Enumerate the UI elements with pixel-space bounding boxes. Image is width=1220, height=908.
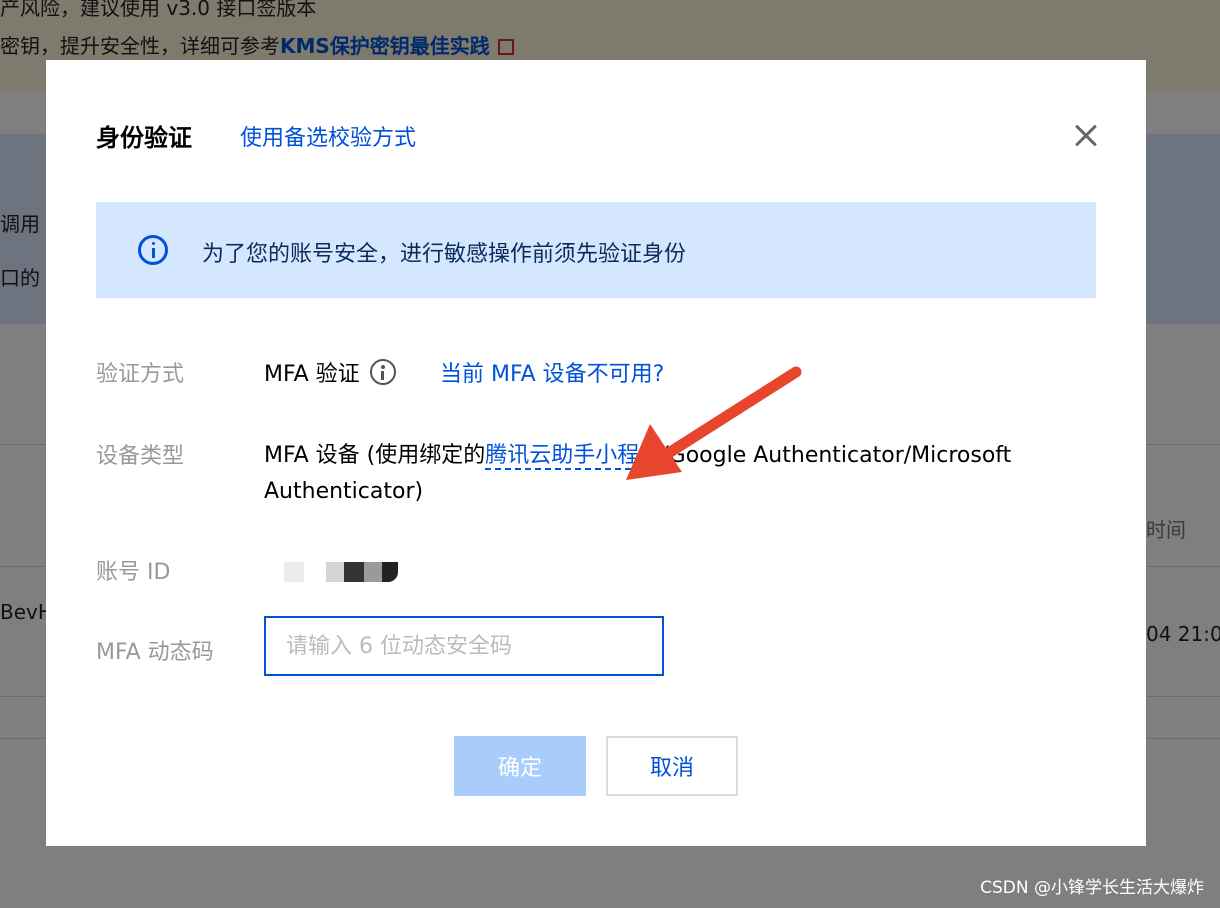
security-notice: 为了您的账号安全，进行敏感操作前须先验证身份 (96, 202, 1096, 298)
method-value: MFA 验证 (264, 356, 396, 388)
identity-verification-dialog: 身份验证 使用备选校验方式 为了您的账号安全，进行敏感操作前须先验证身份 验证方… (46, 60, 1146, 846)
account-id-label: 账号 ID (96, 560, 171, 585)
info-circle-icon[interactable] (369, 359, 396, 385)
dialog-title: 身份验证 (96, 124, 192, 152)
close-icon[interactable] (1070, 120, 1102, 152)
device-type-label: 设备类型 (96, 444, 185, 469)
info-circle-icon (138, 235, 168, 265)
confirm-button[interactable]: 确定 (454, 736, 586, 796)
method-label: 验证方式 (96, 362, 185, 387)
annotation-arrow-icon (626, 366, 802, 480)
mfa-code-input[interactable] (264, 616, 664, 676)
watermark: CSDN @小锋学长生活大爆炸 (980, 878, 1204, 898)
device-value-prefix: MFA 设备 (使用绑定的 (264, 443, 486, 468)
cancel-button[interactable]: 取消 (606, 736, 738, 796)
alternative-verification-link[interactable]: 使用备选校验方式 (240, 120, 416, 152)
mfa-code-label: MFA 动态码 (96, 640, 214, 665)
method-value-text: MFA 验证 (264, 362, 360, 387)
account-id-redacted (284, 562, 404, 582)
notice-text: 为了您的账号安全，进行敏感操作前须先验证身份 (202, 242, 687, 267)
